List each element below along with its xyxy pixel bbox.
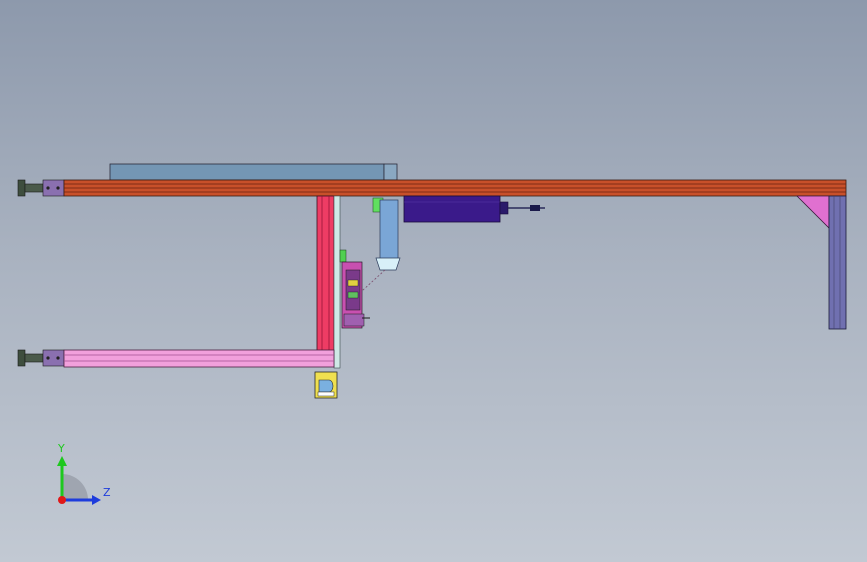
motor[interactable] xyxy=(403,195,509,223)
side-post[interactable] xyxy=(828,195,847,330)
y-axis-label: Y xyxy=(58,442,65,455)
assembly-drawing[interactable] xyxy=(0,0,867,562)
bottom-block[interactable] xyxy=(314,371,338,399)
main-beam[interactable] xyxy=(63,179,847,197)
leveling-foot-upper[interactable] xyxy=(17,179,65,197)
gusset-bracket[interactable] xyxy=(796,195,830,229)
cad-viewport[interactable]: Y Z xyxy=(0,0,867,562)
lower-rail[interactable] xyxy=(63,349,335,368)
x-axis-dot xyxy=(58,496,66,504)
cable xyxy=(508,205,545,211)
vertical-leg[interactable] xyxy=(316,195,341,369)
top-plate[interactable] xyxy=(109,163,398,181)
leveling-foot-lower[interactable] xyxy=(17,349,65,367)
z-axis-label: Z xyxy=(103,486,111,499)
coordinate-triad xyxy=(57,456,101,505)
gripper-assembly[interactable] xyxy=(339,249,370,329)
